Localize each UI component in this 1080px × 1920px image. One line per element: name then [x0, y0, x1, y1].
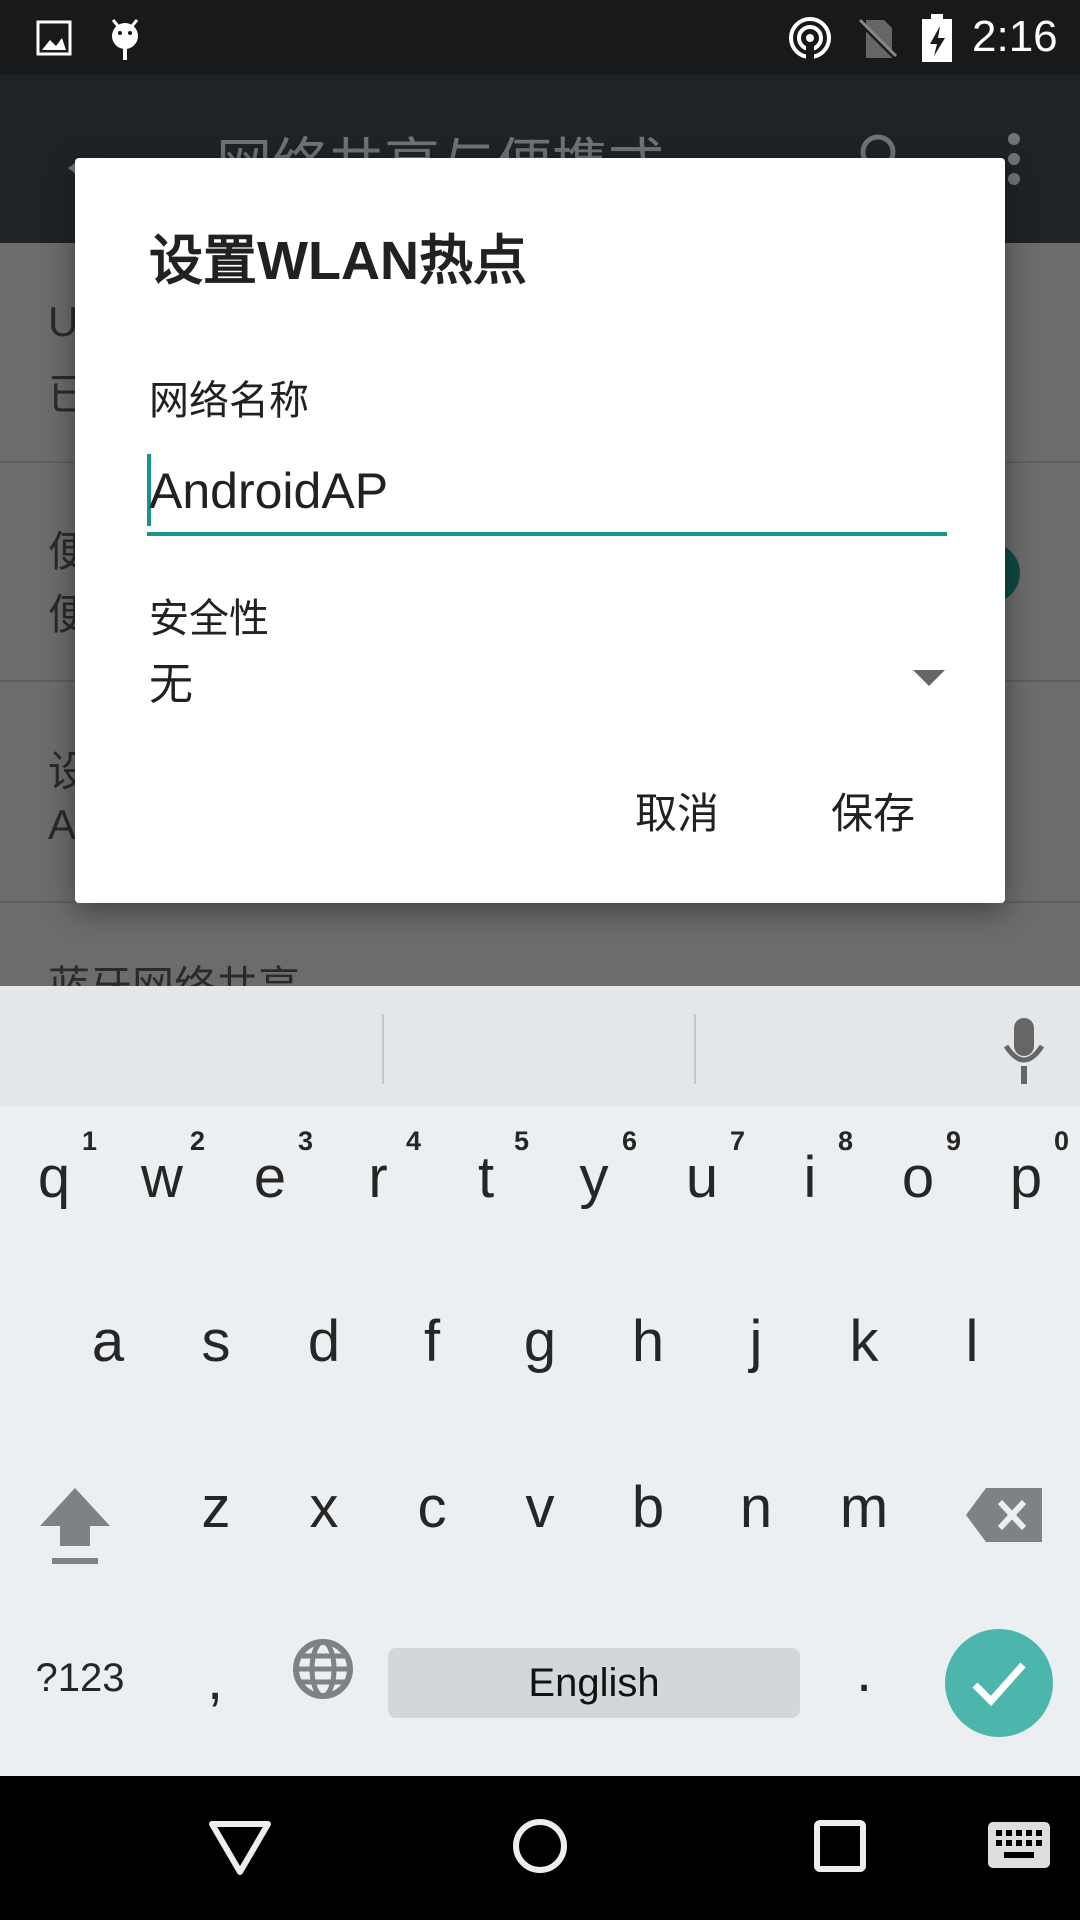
key-a[interactable]: a — [58, 1308, 158, 1375]
hotspot-icon — [789, 17, 831, 60]
image-icon — [36, 20, 72, 56]
key-g[interactable]: g — [490, 1308, 590, 1375]
shift-key[interactable] — [38, 1486, 112, 1566]
home-icon[interactable] — [512, 1818, 568, 1874]
key-hint: 4 — [406, 1126, 422, 1156]
security-label: 安全性 — [149, 597, 269, 641]
key-k[interactable]: k — [814, 1308, 914, 1375]
checkmark-icon — [972, 1662, 1026, 1707]
network-name-input[interactable]: AndroidAP — [147, 448, 947, 536]
no-sim-icon — [858, 18, 898, 60]
cancel-button[interactable]: 取消 — [635, 780, 719, 841]
chevron-down-icon — [913, 670, 945, 686]
key-hint: 7 — [730, 1126, 746, 1156]
save-button[interactable]: 保存 — [831, 780, 915, 841]
key-h[interactable]: h — [598, 1308, 698, 1375]
key-n[interactable]: n — [706, 1474, 806, 1541]
key-x[interactable]: x — [274, 1474, 374, 1541]
soft-keyboard: ?123 , English . qwertyuiop1234567890asd… — [0, 986, 1080, 1776]
key-f[interactable]: f — [382, 1308, 482, 1375]
key-s[interactable]: s — [166, 1308, 266, 1375]
key-d[interactable]: d — [274, 1308, 374, 1375]
key-hint: 5 — [514, 1126, 530, 1156]
suggestion-strip — [0, 986, 1080, 1106]
backspace-key[interactable] — [966, 1488, 1042, 1542]
key-j[interactable]: j — [706, 1308, 806, 1375]
battery-charging-icon — [922, 14, 952, 62]
dialog-title: 设置WLAN热点 — [149, 231, 527, 291]
key-b[interactable]: b — [598, 1474, 698, 1541]
key-hint: 6 — [622, 1126, 638, 1156]
key-hint: 1 — [82, 1126, 98, 1156]
list-item-title: U — [48, 298, 79, 345]
key-hint: 9 — [946, 1126, 962, 1156]
status-bar: 2:16 — [0, 0, 1080, 75]
recents-icon[interactable] — [814, 1820, 866, 1872]
globe-icon[interactable] — [292, 1638, 354, 1700]
wlan-hotspot-dialog: 设置WLAN热点 网络名称 AndroidAP 安全性 无 取消 保存 — [75, 158, 1005, 903]
symbols-key[interactable]: ?123 — [36, 1656, 125, 1701]
key-m[interactable]: m — [814, 1474, 914, 1541]
key-hint: 3 — [298, 1126, 314, 1156]
enter-key[interactable] — [945, 1629, 1053, 1737]
key-hint: 2 — [190, 1126, 206, 1156]
key-v[interactable]: v — [490, 1474, 590, 1541]
more-vert-icon[interactable] — [1002, 131, 1026, 187]
key-z[interactable]: z — [166, 1474, 266, 1541]
android-debug-icon — [111, 19, 139, 60]
period-key[interactable]: . — [856, 1638, 872, 1705]
keyboard-switch-icon[interactable] — [988, 1822, 1050, 1868]
key-l[interactable]: l — [922, 1308, 1022, 1375]
back-icon[interactable] — [208, 1820, 272, 1876]
comma-key[interactable]: , — [207, 1646, 223, 1713]
key-hint: 0 — [1054, 1126, 1070, 1156]
status-time: 2:16 — [972, 12, 1058, 61]
key-hint: 8 — [838, 1126, 854, 1156]
key-c[interactable]: c — [382, 1474, 482, 1541]
network-name-label: 网络名称 — [149, 379, 309, 423]
security-dropdown[interactable]: 无 — [147, 648, 947, 718]
navigation-bar — [0, 1776, 1080, 1920]
microphone-icon[interactable] — [1002, 1018, 1046, 1084]
list-item-subtitle: A — [48, 801, 77, 848]
space-key[interactable]: English — [388, 1648, 800, 1718]
